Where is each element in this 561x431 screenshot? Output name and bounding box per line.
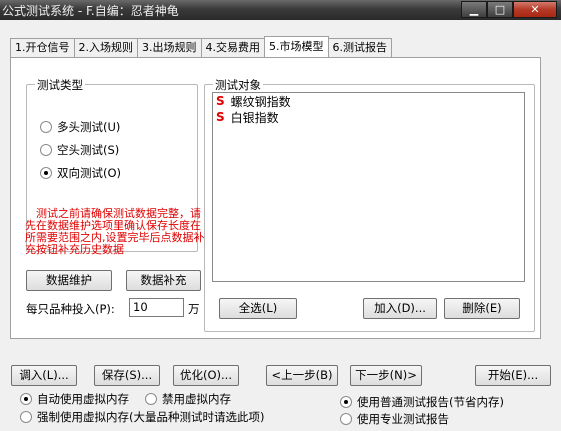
minimize-button[interactable]: ▁ [461,1,487,18]
investment-input[interactable]: 10 [129,298,184,317]
tab-exit-rules[interactable]: 3.出场规则 [137,38,202,57]
radio-auto-virtual-memory[interactable]: 自动使用虚拟内存 [20,391,129,407]
radio-label: 使用普通测试报告(节省内存) [357,395,504,409]
radio-button[interactable] [20,411,32,423]
tab-entry-rules[interactable]: 2.入场规则 [73,38,138,57]
maximize-button[interactable]: □ [487,1,513,18]
stock-mark-icon: S [216,94,225,108]
test-objects-list[interactable]: S 螺纹钢指数 S 白银指数 [212,92,525,282]
investment-label: 每只品种投入(P): [26,302,115,316]
radio-button[interactable] [145,393,157,405]
save-button[interactable]: 保存(S)... [94,365,160,386]
radio-button[interactable] [340,413,352,425]
tab-test-report[interactable]: 6.测试报告 [327,38,392,57]
radio-professional-report[interactable]: 使用专业测试报告 [340,411,449,427]
radio-button-checked[interactable] [20,393,32,405]
test-objects-title: 测试对象 [213,77,263,93]
stock-mark-icon: S [216,110,225,124]
tab-strip: 1.开仓信号 2.入场规则 3.出场规则 4.交易费用 5.市场模型 6.测试报… [10,36,392,57]
window-title: 公式测试系统 - F.自编：忍者神龟 [2,4,179,18]
radio-label: 使用专业测试报告 [357,412,449,426]
load-button[interactable]: 调入(L)... [11,365,77,386]
dialog-body: 1.开仓信号 2.入场规则 3.出场规则 4.交易费用 5.市场模型 6.测试报… [0,20,561,431]
radio-label: 禁用虚拟内存 [162,392,231,406]
radio-short-test[interactable]: 空头测试(S) [40,142,119,158]
data-maintain-button[interactable]: 数据维护 [26,270,112,291]
radio-label: 自动使用虚拟内存 [37,392,129,406]
window-controls: ▁ □ ✕ [461,1,557,19]
list-item[interactable]: S 螺纹钢指数 [213,93,524,109]
radio-normal-report[interactable]: 使用普通测试报告(节省内存) [340,394,504,410]
radio-label: 多头测试(U) [57,120,121,134]
start-button[interactable]: 开始(E)... [475,365,551,386]
radio-disable-virtual-memory[interactable]: 禁用虚拟内存 [145,391,231,407]
radio-both-test[interactable]: 双向测试(O) [40,165,121,181]
radio-label: 双向测试(O) [57,166,122,180]
item-name: 白银指数 [230,110,279,125]
radio-label: 空头测试(S) [57,143,120,157]
radio-button-checked[interactable] [40,167,52,179]
add-button[interactable]: 加入(D)... [363,298,437,319]
close-button[interactable]: ✕ [513,1,557,18]
tab-panel-market-model: 测试类型 多头测试(U) 空头测试(S) 双向测试(O) 测试之前请确保测试数据… [10,57,541,339]
next-step-button[interactable]: 下一步(N)> [350,365,422,386]
investment-unit: 万 [188,302,200,316]
title-bar: 公式测试系统 - F.自编：忍者神龟 ▁ □ ✕ [0,0,561,20]
prev-step-button[interactable]: <上一步(B) [266,365,338,386]
data-supplement-button[interactable]: 数据补充 [126,270,201,291]
data-warning-text: 测试之前请确保测试数据完整，请先在数据维护选项里确认保存长度在所需要范围之内,设… [25,207,205,256]
tab-trading-fees[interactable]: 4.交易费用 [200,38,265,57]
optimize-button[interactable]: 优化(O)... [173,365,239,386]
radio-long-test[interactable]: 多头测试(U) [40,119,120,135]
select-all-button[interactable]: 全选(L) [219,298,297,319]
tab-open-signal[interactable]: 1.开仓信号 [10,38,75,57]
radio-button[interactable] [40,121,52,133]
item-name: 螺纹钢指数 [230,94,291,109]
radio-label: 强制使用虚拟内存(大量品种测试时请选此项) [37,410,265,424]
test-type-title: 测试类型 [35,77,85,93]
tab-market-model[interactable]: 5.市场模型 [264,36,329,57]
radio-force-virtual-memory[interactable]: 强制使用虚拟内存(大量品种测试时请选此项) [20,409,264,425]
delete-button[interactable]: 删除(E) [444,298,520,319]
radio-button[interactable] [40,144,52,156]
list-item[interactable]: S 白银指数 [213,109,524,125]
radio-button-checked[interactable] [340,396,352,408]
